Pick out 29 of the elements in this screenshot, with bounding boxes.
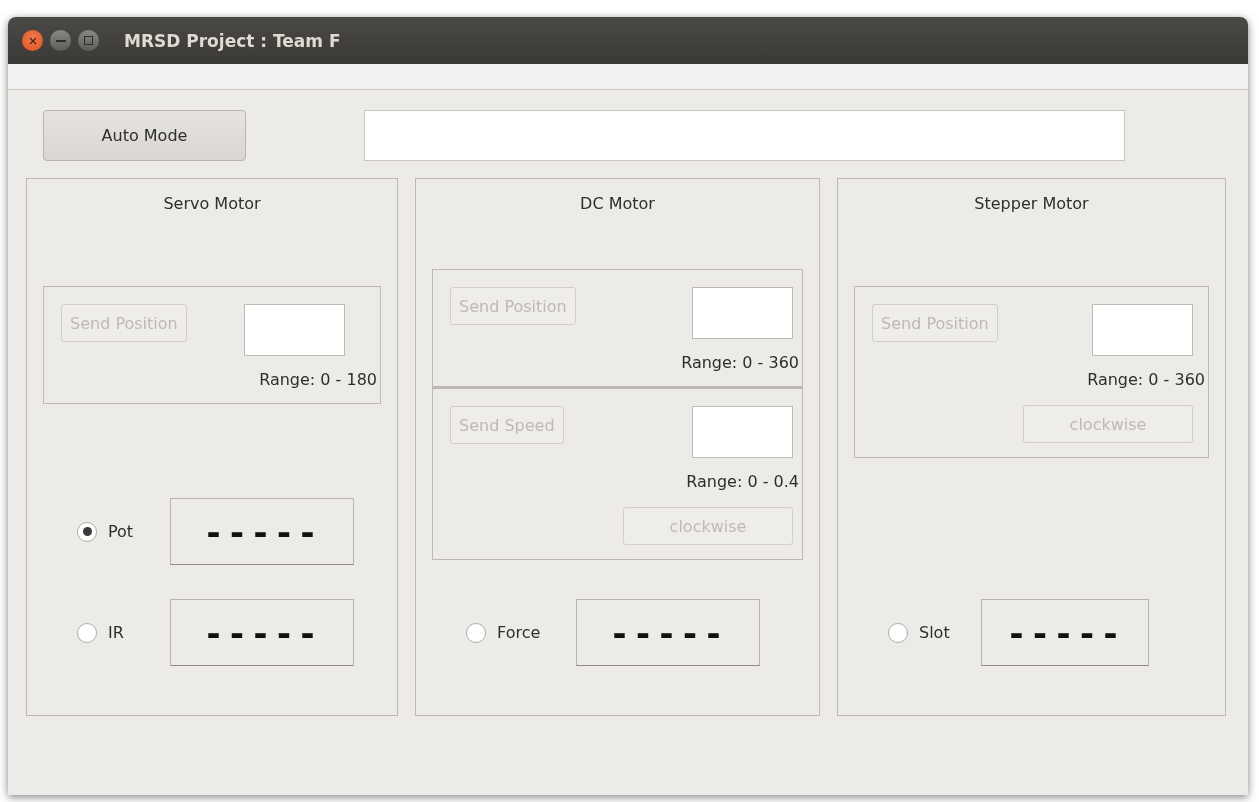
radio-button[interactable] (888, 622, 908, 643)
maximize-icon[interactable] (78, 30, 99, 51)
range-label: Range: 0 - 0.4 (686, 472, 799, 491)
radio-button[interactable] (466, 622, 486, 643)
radio-button[interactable] (77, 521, 97, 542)
radio-label: Force (497, 623, 542, 642)
status-field[interactable] (364, 110, 1125, 161)
group-title: Stepper Motor (973, 194, 1090, 213)
radio-label: IR (108, 623, 125, 642)
lcd-display: ----- (576, 599, 760, 666)
minimize-icon[interactable] (50, 30, 71, 51)
group-title: Servo Motor (162, 194, 262, 213)
input-field[interactable] (692, 287, 793, 339)
close-icon[interactable] (22, 30, 43, 51)
window-title: MRSD Project : Team F (124, 30, 341, 51)
radio-button[interactable] (77, 622, 97, 643)
radio-label: Slot (919, 623, 951, 642)
range-label: Range: 0 - 180 (259, 370, 377, 389)
lcd-display: ----- (170, 498, 354, 565)
lcd-display: ----- (981, 599, 1149, 666)
auto-mode-button[interactable]: Auto Mode (43, 110, 246, 161)
input-field[interactable] (244, 304, 345, 356)
range-label: Range: 0 - 360 (1087, 370, 1205, 389)
group-title: DC Motor (579, 194, 656, 213)
input-field[interactable] (692, 406, 793, 458)
lcd-display: ----- (170, 599, 354, 666)
radio-label: Pot (108, 522, 135, 541)
input-field[interactable] (1092, 304, 1193, 356)
range-label: Range: 0 - 360 (681, 353, 799, 372)
